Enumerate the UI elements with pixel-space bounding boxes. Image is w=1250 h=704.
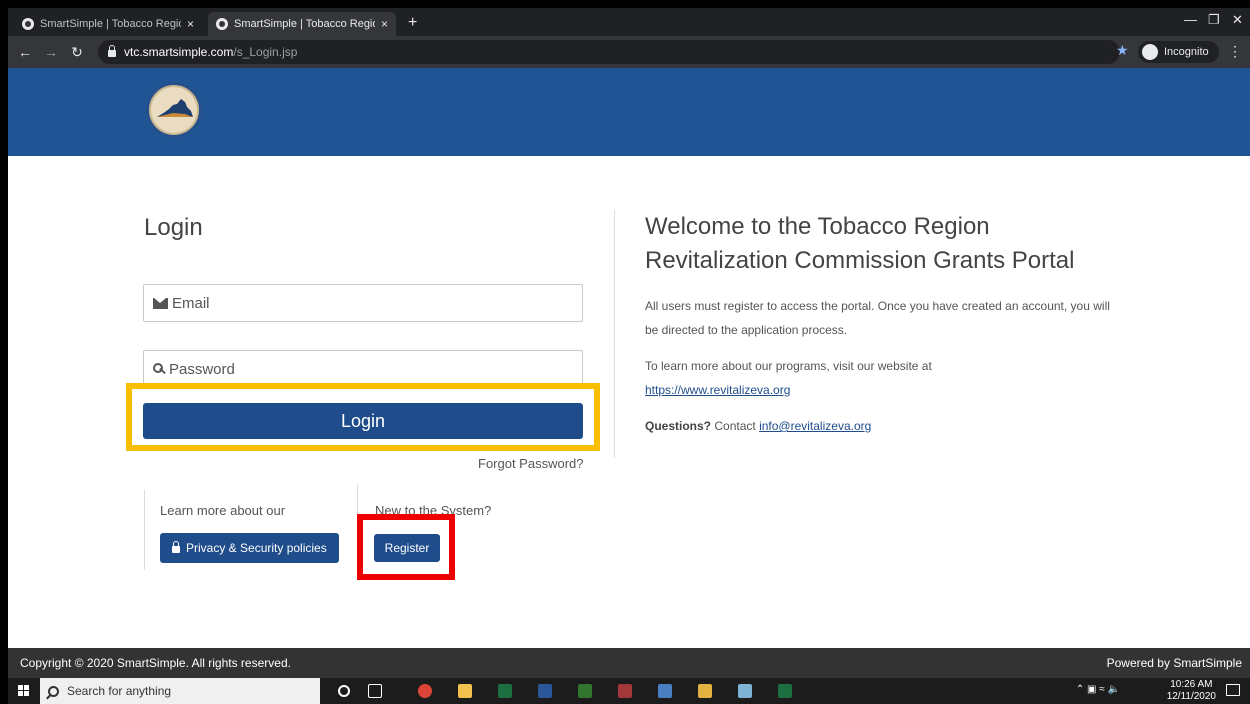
browser-tab-2[interactable]: SmartSimple | Tobacco Region Re × <box>208 12 396 36</box>
privacy-button-label: Privacy & Security policies <box>186 541 327 555</box>
forgot-password-link[interactable]: Forgot Password? <box>478 456 584 471</box>
browser-menu-icon[interactable]: ⋮ <box>1228 43 1242 60</box>
search-icon <box>48 685 59 697</box>
clock-date: 12/11/2020 <box>1166 691 1216 702</box>
smartsimple-favicon-icon <box>216 18 228 30</box>
notification-icon[interactable] <box>1226 684 1240 696</box>
close-window-icon[interactable]: ✕ <box>1232 12 1243 28</box>
password-input[interactable] <box>169 360 549 378</box>
questions-label: Questions? <box>645 419 712 433</box>
column-divider <box>614 210 615 458</box>
taskbar-search[interactable] <box>40 678 320 704</box>
chrome-icon[interactable] <box>418 684 432 698</box>
tab-title: SmartSimple | Tobacco Region Re <box>234 18 375 30</box>
task-view-icon[interactable] <box>368 684 382 698</box>
privacy-security-button[interactable]: Privacy & Security policies <box>160 533 339 563</box>
word-icon[interactable] <box>538 684 552 698</box>
maximize-icon[interactable]: ❐ <box>1208 12 1220 28</box>
calculator-icon[interactable] <box>658 684 672 698</box>
reload-icon[interactable]: ↻ <box>64 44 90 61</box>
website-info-text: To learn more about our programs, visit … <box>645 359 932 373</box>
contact-info: Questions? Contact info@revitalizeva.org <box>645 414 1125 438</box>
login-button[interactable]: Login <box>143 403 583 439</box>
close-tab-icon[interactable]: × <box>187 17 194 31</box>
register-info-text: All users must register to access the po… <box>645 299 1110 337</box>
excel-icon[interactable] <box>498 684 512 698</box>
minimize-icon[interactable]: — <box>1184 12 1197 27</box>
url-host: vtc.smartsimple.com <box>124 45 234 59</box>
smartsimple-favicon-icon <box>22 18 34 30</box>
taskbar-search-input[interactable] <box>67 684 287 698</box>
address-bar[interactable]: vtc.smartsimple.com/s_Login.jsp <box>98 40 1120 64</box>
tray-icons[interactable]: ⌃ ▣ ≈ 🔈 <box>1076 684 1120 695</box>
url-path: /s_Login.jsp <box>233 45 298 59</box>
email-link[interactable]: info@revitalizeva.org <box>759 419 871 433</box>
notepad-icon[interactable] <box>738 684 752 698</box>
divider-left <box>144 490 145 570</box>
incognito-indicator[interactable]: Incognito <box>1138 41 1219 63</box>
cortana-icon[interactable] <box>338 685 350 697</box>
taskbar-clock[interactable]: 10:26 AM 12/11/2020 <box>1167 679 1216 703</box>
register-button[interactable]: Register <box>374 534 440 562</box>
close-tab-icon[interactable]: × <box>381 17 388 31</box>
back-arrow-icon[interactable]: ← <box>12 44 38 60</box>
lock-icon <box>172 540 180 553</box>
envelope-icon <box>153 297 168 309</box>
email-field[interactable] <box>143 284 583 322</box>
browser-tab-1[interactable]: SmartSimple | Tobacco Region Re × <box>14 12 202 36</box>
powered-by-text: Powered by SmartSimple <box>1106 656 1242 670</box>
windows-start-icon[interactable] <box>18 685 30 697</box>
site-header <box>8 68 1250 156</box>
project-icon[interactable] <box>578 684 592 698</box>
browser-toolbar: ← → ↻ vtc.smartsimple.com/s_Login.jsp ★ … <box>8 36 1250 68</box>
site-footer: Copyright © 2020 SmartSimple. All rights… <box>8 648 1250 678</box>
lock-icon <box>108 44 116 57</box>
excel-2-icon[interactable] <box>778 684 792 698</box>
access-icon[interactable] <box>618 684 632 698</box>
tab-title: SmartSimple | Tobacco Region Re <box>40 18 181 30</box>
key-icon <box>153 363 165 375</box>
welcome-heading: Welcome to the Tobacco Region Revitaliza… <box>645 213 1075 274</box>
windows-taskbar: ⌃ ▣ ≈ 🔈 10:26 AM 12/11/2020 <box>8 678 1250 704</box>
website-link[interactable]: https://www.revitalizeva.org <box>645 383 790 397</box>
virginia-seal-logo-icon <box>146 82 202 138</box>
website-info: To learn more about our programs, visit … <box>645 354 1125 402</box>
bookmark-star-icon[interactable]: ★ <box>1116 42 1129 59</box>
new-tab-button[interactable]: + <box>408 14 417 32</box>
copyright-text: Copyright © 2020 SmartSimple. All rights… <box>20 656 291 670</box>
email-input[interactable] <box>172 294 552 312</box>
incognito-icon <box>1142 44 1158 60</box>
forward-arrow-icon[interactable]: → <box>38 44 64 60</box>
screen: SmartSimple | Tobacco Region Re × SmartS… <box>0 0 1250 704</box>
incognito-label: Incognito <box>1164 46 1209 58</box>
file-explorer-icon[interactable] <box>458 684 472 698</box>
browser-tab-bar: SmartSimple | Tobacco Region Re × SmartS… <box>8 8 1250 36</box>
contact-text: Contact <box>714 419 756 433</box>
login-title: Login <box>144 214 203 241</box>
clock-time: 10:26 AM <box>1170 679 1213 690</box>
learn-more-text: Learn more about our <box>160 503 286 518</box>
sticky-app-icon[interactable] <box>698 684 712 698</box>
